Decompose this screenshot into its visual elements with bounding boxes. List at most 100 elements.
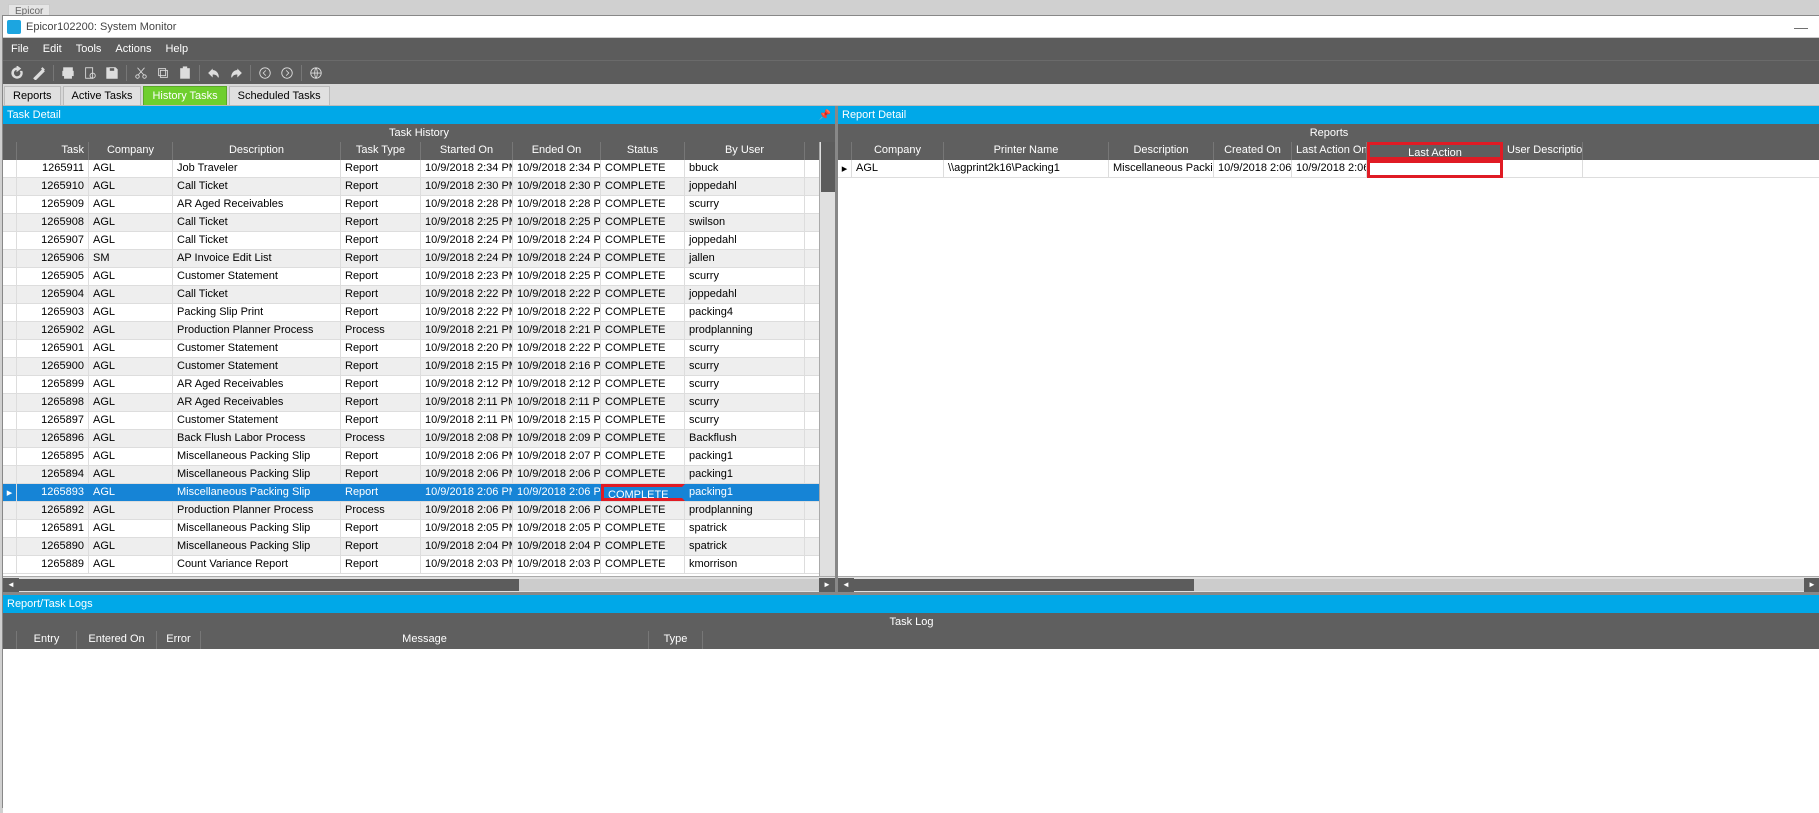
rcol-description[interactable]: Description <box>1109 142 1214 160</box>
clear-icon[interactable] <box>29 63 49 83</box>
table-row[interactable]: ▸1265893AGLMiscellaneous Packing SlipRep… <box>3 484 819 502</box>
table-row[interactable]: 1265897AGLCustomer StatementReport10/9/2… <box>3 412 819 430</box>
nav-back-icon[interactable] <box>255 63 275 83</box>
menu-help[interactable]: Help <box>165 43 188 55</box>
table-row[interactable]: 1265906SMAP Invoice Edit ListReport10/9/… <box>3 250 819 268</box>
lcol-entry[interactable]: Entry <box>17 631 77 649</box>
nav-forward-icon[interactable] <box>277 63 297 83</box>
rcol-last-action-on[interactable]: Last Action On <box>1292 142 1367 160</box>
lcol-message[interactable]: Message <box>201 631 649 649</box>
row-selector[interactable] <box>3 214 17 231</box>
cell-task: 1265891 <box>17 520 89 537</box>
col-task-type[interactable]: Task Type <box>341 142 421 160</box>
table-row[interactable]: 1265910AGLCall TicketReport10/9/2018 2:3… <box>3 178 819 196</box>
col-status[interactable]: Status <box>601 142 685 160</box>
lcol-entered-on[interactable]: Entered On <box>77 631 157 649</box>
table-row[interactable]: 1265909AGLAR Aged ReceivablesReport10/9/… <box>3 196 819 214</box>
reports-grid-body[interactable]: ▸AGL\\agprint2k16\Packing1Miscellaneous … <box>838 160 1819 576</box>
row-selector[interactable] <box>3 376 17 393</box>
row-selector[interactable] <box>3 160 17 177</box>
row-selector[interactable] <box>3 268 17 285</box>
row-selector[interactable] <box>3 250 17 267</box>
row-selector[interactable] <box>3 178 17 195</box>
table-row[interactable]: 1265898AGLAR Aged ReceivablesReport10/9/… <box>3 394 819 412</box>
col-ended-on[interactable]: Ended On <box>513 142 601 160</box>
lcol-error[interactable]: Error <box>157 631 201 649</box>
row-selector[interactable] <box>3 358 17 375</box>
refresh-icon[interactable] <box>7 63 27 83</box>
task-grid-vscroll[interactable] <box>819 142 835 576</box>
title-bar[interactable]: Epicor102200: System Monitor — <box>3 16 1819 38</box>
pin-icon[interactable]: 📌 <box>819 110 831 121</box>
reports-grid-hscroll[interactable]: ◄ ► <box>838 576 1819 592</box>
lcol-type[interactable]: Type <box>649 631 703 649</box>
menu-edit[interactable]: Edit <box>43 43 62 55</box>
minimize-button[interactable]: — <box>1786 19 1816 35</box>
tab-scheduled-tasks[interactable]: Scheduled Tasks <box>229 86 330 105</box>
table-row[interactable]: 1265891AGLMiscellaneous Packing SlipRepo… <box>3 520 819 538</box>
rcol-company[interactable]: Company <box>852 142 944 160</box>
tab-active-tasks[interactable]: Active Tasks <box>63 86 142 105</box>
table-row[interactable]: 1265905AGLCustomer StatementReport10/9/2… <box>3 268 819 286</box>
globe-icon[interactable] <box>306 63 326 83</box>
row-selector[interactable] <box>3 430 17 447</box>
table-row[interactable]: 1265894AGLMiscellaneous Packing SlipRepo… <box>3 466 819 484</box>
row-selector[interactable] <box>3 394 17 411</box>
row-selector[interactable] <box>3 286 17 303</box>
redo-icon[interactable] <box>226 63 246 83</box>
task-grid-hscroll[interactable]: ◄ ► <box>3 576 835 592</box>
cut-icon[interactable] <box>131 63 151 83</box>
rcol-created-on[interactable]: Created On <box>1214 142 1292 160</box>
table-row[interactable]: 1265904AGLCall TicketReport10/9/2018 2:2… <box>3 286 819 304</box>
row-selector[interactable] <box>3 538 17 555</box>
row-selector[interactable] <box>3 466 17 483</box>
rcol-last-action[interactable]: Last Action <box>1367 142 1503 160</box>
table-row[interactable]: 1265907AGLCall TicketReport10/9/2018 2:2… <box>3 232 819 250</box>
row-selector[interactable] <box>3 556 17 573</box>
table-row[interactable]: 1265892AGLProduction Planner ProcessProc… <box>3 502 819 520</box>
menu-tools[interactable]: Tools <box>76 43 102 55</box>
row-selector[interactable] <box>3 196 17 213</box>
rcol-user-description[interactable]: User Descriptio <box>1503 142 1583 160</box>
print-preview-icon[interactable] <box>80 63 100 83</box>
table-row[interactable]: 1265895AGLMiscellaneous Packing SlipRepo… <box>3 448 819 466</box>
row-selector[interactable] <box>3 304 17 321</box>
table-row[interactable]: 1265908AGLCall TicketReport10/9/2018 2:2… <box>3 214 819 232</box>
print-icon[interactable] <box>58 63 78 83</box>
table-row[interactable]: 1265889AGLCount Variance ReportReport10/… <box>3 556 819 574</box>
paste-icon[interactable] <box>175 63 195 83</box>
row-selector[interactable] <box>3 412 17 429</box>
row-selector[interactable] <box>3 448 17 465</box>
tab-reports[interactable]: Reports <box>4 86 61 105</box>
col-by-user[interactable]: By User <box>685 142 805 160</box>
undo-icon[interactable] <box>204 63 224 83</box>
col-started-on[interactable]: Started On <box>421 142 513 160</box>
log-grid-body[interactable] <box>3 649 1819 813</box>
task-grid-body[interactable]: 1265911AGLJob TravelerReport10/9/2018 2:… <box>3 160 819 576</box>
row-selector[interactable] <box>3 520 17 537</box>
menu-file[interactable]: File <box>11 43 29 55</box>
row-selector[interactable] <box>3 322 17 339</box>
copy-icon[interactable] <box>153 63 173 83</box>
table-row[interactable]: 1265903AGLPacking Slip PrintReport10/9/2… <box>3 304 819 322</box>
menu-actions[interactable]: Actions <box>115 43 151 55</box>
rcol-printer-name[interactable]: Printer Name <box>944 142 1109 160</box>
table-row[interactable]: 1265900AGLCustomer StatementReport10/9/2… <box>3 358 819 376</box>
row-selector[interactable]: ▸ <box>3 484 17 501</box>
row-selector[interactable] <box>3 340 17 357</box>
table-row[interactable]: 1265896AGLBack Flush Labor ProcessProces… <box>3 430 819 448</box>
table-row[interactable]: 1265911AGLJob TravelerReport10/9/2018 2:… <box>3 160 819 178</box>
table-row[interactable]: 1265890AGLMiscellaneous Packing SlipRepo… <box>3 538 819 556</box>
tab-history-tasks[interactable]: History Tasks <box>143 86 226 105</box>
col-task[interactable]: Task <box>17 142 89 160</box>
table-row[interactable]: 1265902AGLProduction Planner ProcessProc… <box>3 322 819 340</box>
table-row[interactable]: 1265899AGLAR Aged ReceivablesReport10/9/… <box>3 376 819 394</box>
row-selector[interactable] <box>3 502 17 519</box>
row-selector[interactable]: ▸ <box>838 160 852 177</box>
row-selector[interactable] <box>3 232 17 249</box>
save-icon[interactable] <box>102 63 122 83</box>
col-description[interactable]: Description <box>173 142 341 160</box>
col-company[interactable]: Company <box>89 142 173 160</box>
table-row[interactable]: 1265901AGLCustomer StatementReport10/9/2… <box>3 340 819 358</box>
table-row[interactable]: ▸AGL\\agprint2k16\Packing1Miscellaneous … <box>838 160 1819 178</box>
